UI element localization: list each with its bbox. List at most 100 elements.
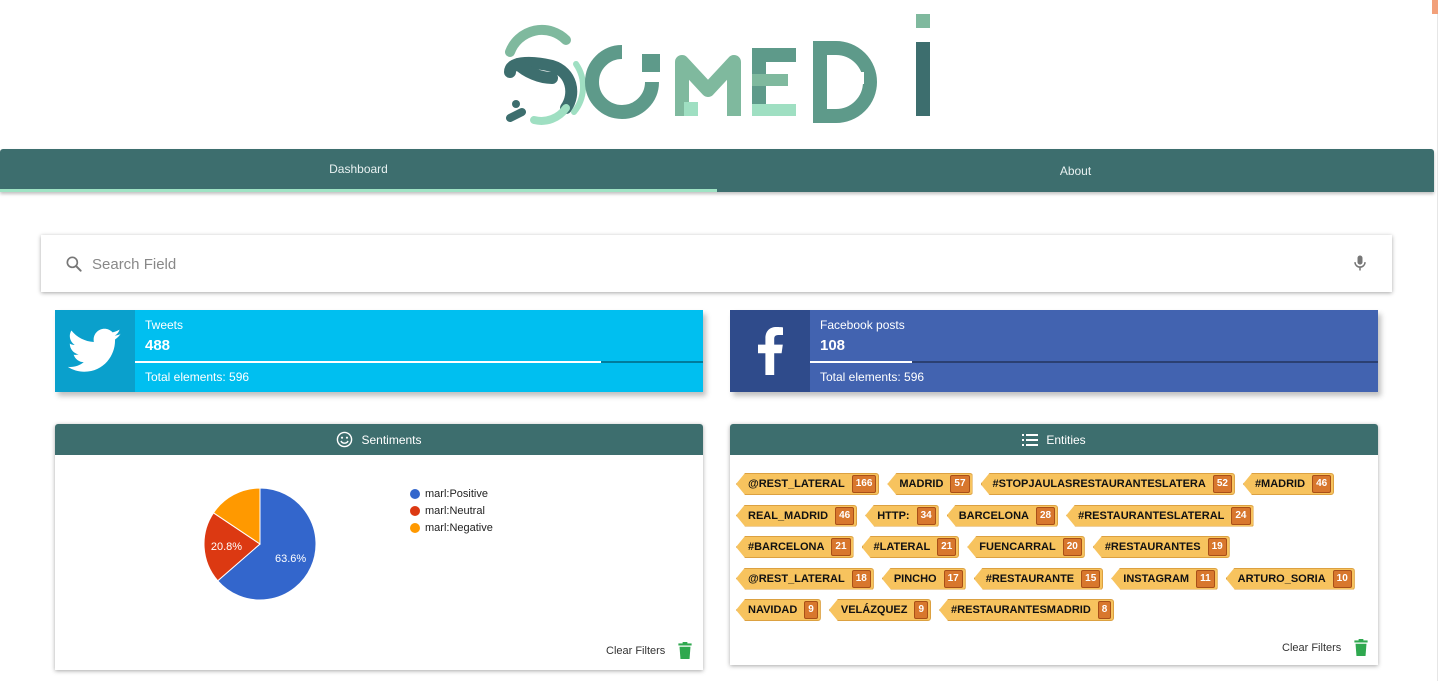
sentiments-clear-filters[interactable]: Clear Filters [606, 642, 692, 659]
entities-panel: Entities @REST_LATERAL 166 MADRID 57 #STOPJA… [730, 424, 1378, 665]
legend-item[interactable]: marl:Positive [410, 488, 488, 500]
entity-tag-count: 9 [914, 601, 929, 619]
entity-tag[interactable]: #LATERAL 21 [861, 536, 960, 558]
legend-item[interactable]: marl:Neutral [410, 505, 485, 517]
entity-tag[interactable]: @REST_LATERAL 18 [736, 567, 874, 590]
trash-icon[interactable] [1354, 639, 1368, 656]
sentiments-panel: Sentiments 63.6% 20.8% marl:Positive marl:… [55, 424, 703, 670]
entity-tag[interactable]: #STOPJAULASRESTAURANTESLATERA 52 [980, 473, 1235, 495]
entity-tag[interactable]: ARTURO_SORIA 10 [1225, 567, 1355, 590]
legend-label: marl:Neutral [425, 505, 485, 517]
scroll-indicator [1432, 0, 1438, 14]
entity-tag-count: 46 [835, 506, 855, 525]
entity-tag-label: ARTURO_SORIA [1237, 572, 1326, 585]
entity-tag[interactable]: FUENCARRAL 20 [967, 536, 1085, 558]
list-icon [1022, 433, 1039, 446]
trash-icon[interactable] [678, 642, 692, 659]
entity-tag-label: PINCHO [893, 572, 937, 585]
entity-tag-count: 9 [804, 601, 818, 619]
entity-tag-label: #RESTAURANTESMADRID [951, 604, 1091, 616]
entity-tag-label: HTTP: [877, 509, 910, 522]
entity-tag-count: 8 [1097, 601, 1112, 619]
legend-label: marl:Positive [425, 488, 488, 500]
entity-tag-count: 15 [1081, 569, 1101, 588]
entity-tag-label: @REST_LATERAL [748, 572, 845, 585]
tab-about[interactable]: About [717, 149, 1434, 192]
tweets-progress-fill [135, 361, 601, 363]
entity-tag-count: 34 [916, 506, 936, 525]
legend-item[interactable]: marl:Negative [410, 522, 493, 534]
entity-tag-count: 20 [1062, 538, 1082, 556]
smiley-icon [337, 431, 353, 448]
entity-tag-label: VELÁZQUEZ [840, 604, 908, 616]
entity-tag[interactable]: NAVIDAD 9 [736, 599, 821, 621]
search-bar [41, 235, 1392, 292]
entity-tag-label: #BARCELONA [748, 541, 825, 553]
search-input[interactable] [92, 251, 1322, 277]
entity-tag-count: 24 [1231, 506, 1251, 525]
entity-tag[interactable]: #BARCELONA 21 [736, 536, 854, 558]
tweets-total: Total elements: 596 [145, 370, 250, 384]
tab-dashboard[interactable]: Dashboard [0, 149, 717, 192]
legend-swatch [410, 523, 420, 533]
entity-tag-count: 19 [1207, 538, 1227, 556]
legend-swatch [410, 506, 420, 516]
entity-tag-label: #MADRID [1254, 478, 1306, 490]
entity-tag-label: @REST_LATERAL [748, 478, 845, 490]
entity-tag-label: INSTAGRAM [1123, 572, 1190, 585]
entity-tag[interactable]: #RESTAURANTE 15 [973, 567, 1104, 590]
entity-tag[interactable]: #RESTAURANTESMADRID 8 [939, 599, 1115, 621]
entity-tag[interactable]: INSTAGRAM 11 [1111, 567, 1218, 590]
entity-tag[interactable]: #MADRID 46 [1242, 473, 1335, 495]
facebook-label: Facebook posts [820, 318, 905, 332]
entity-tag-label: BARCELONA [958, 509, 1029, 522]
microphone-icon[interactable] [1350, 252, 1370, 274]
entity-tag-label: #RESTAURANTESLATERAL [1078, 509, 1225, 522]
legend-label: marl:Negative [425, 522, 493, 534]
facebook-stat-card: Facebook posts 108 Total elements: 596 [730, 310, 1378, 392]
facebook-progress-fill [810, 361, 913, 363]
entity-tag-count: 166 [851, 475, 877, 493]
entity-tag-count: 17 [943, 569, 963, 588]
entity-tag-label: #RESTAURANTE [985, 572, 1075, 585]
sentiment-pie-chart[interactable]: 63.6% 20.8% [55, 455, 703, 670]
pie-data-label: 63.6% [275, 553, 306, 565]
entity-tag-count: 11 [1196, 569, 1215, 588]
search-icon[interactable] [64, 254, 84, 274]
tweets-count: 488 [145, 337, 171, 354]
entity-tag-count: 18 [851, 569, 871, 588]
entity-tag-label: #STOPJAULASRESTAURANTESLATERA [992, 478, 1206, 490]
entity-tag-label: NAVIDAD [748, 604, 798, 616]
entity-tag-label: #RESTAURANTES [1104, 541, 1201, 553]
facebook-icon [730, 310, 810, 392]
entities-header: Entities [730, 424, 1378, 455]
facebook-count: 108 [820, 337, 846, 354]
legend-swatch [410, 489, 420, 499]
tweets-stat-card: Tweets 488 Total elements: 596 [55, 310, 703, 392]
clear-filters-label: Clear Filters [1282, 641, 1342, 654]
sentiments-title: Sentiments [361, 432, 422, 447]
entity-tag-label: #LATERAL [873, 541, 931, 553]
entity-tag[interactable]: #RESTAURANTES 19 [1092, 536, 1230, 558]
entity-tag[interactable]: VELÁZQUEZ 9 [828, 599, 932, 621]
somedi-logo [496, 12, 940, 136]
entity-tag-label: REAL_MADRID [748, 509, 829, 522]
facebook-progress-track [810, 361, 1378, 363]
twitter-icon [55, 310, 135, 392]
entity-tag[interactable]: #RESTAURANTESLATERAL 24 [1066, 504, 1254, 527]
entity-tag[interactable]: BARCELONA 28 [946, 504, 1059, 527]
entity-tag-count: 57 [950, 475, 970, 493]
entities-title: Entities [1046, 432, 1086, 447]
entity-tag[interactable]: PINCHO 17 [881, 567, 966, 590]
facebook-total: Total elements: 596 [820, 370, 925, 384]
tweets-label: Tweets [145, 318, 184, 332]
entity-tag-label: MADRID [899, 478, 944, 490]
entity-tag[interactable]: REAL_MADRID 46 [736, 504, 858, 527]
entity-tag-count: 46 [1312, 475, 1332, 493]
pie-data-label: 20.8% [211, 541, 242, 553]
entity-tag-count: 28 [1035, 506, 1056, 525]
entity-tag[interactable]: MADRID 57 [887, 473, 973, 495]
entities-clear-filters[interactable]: Clear Filters [1282, 639, 1368, 656]
entity-tag[interactable]: @REST_LATERAL 166 [736, 473, 880, 495]
entity-tag[interactable]: HTTP: 34 [865, 504, 939, 527]
